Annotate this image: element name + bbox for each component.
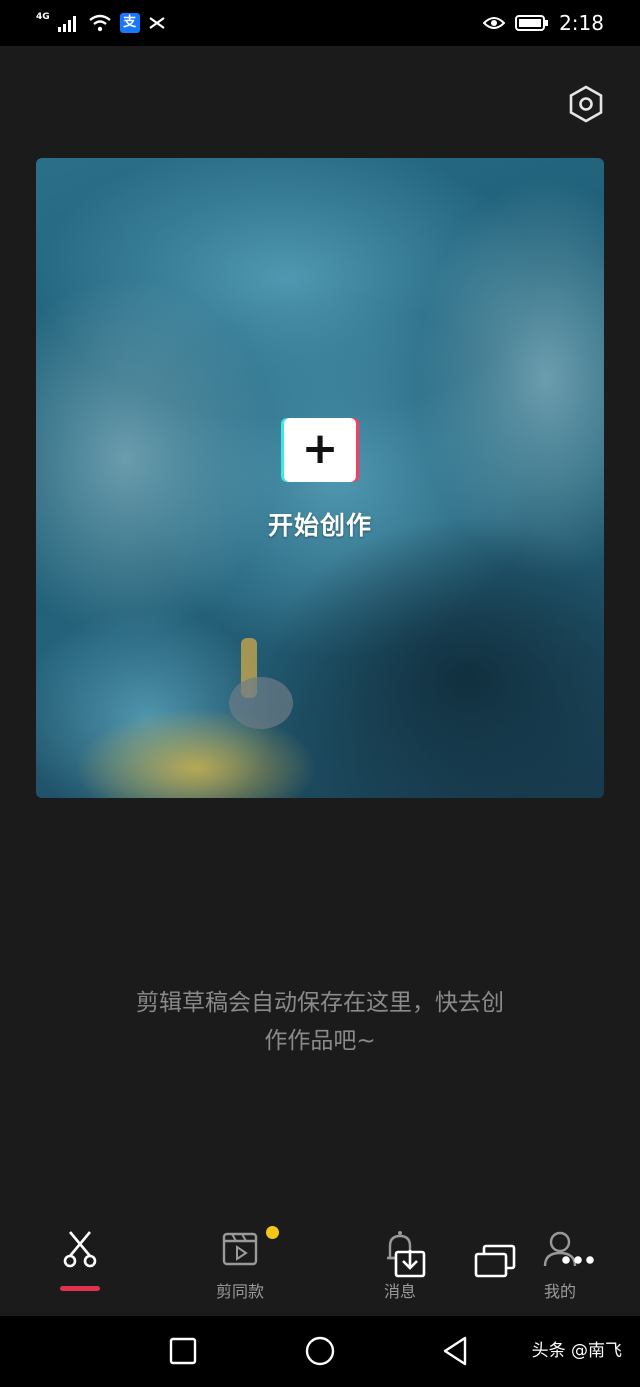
battery-icon	[515, 15, 549, 31]
capcut-icon	[149, 17, 165, 29]
download-icon	[394, 1250, 426, 1278]
hint-line-1: 剪辑草稿会自动保存在这里，快去创	[136, 990, 504, 1016]
home-button[interactable]	[303, 1334, 337, 1368]
settings-button[interactable]	[566, 84, 606, 124]
clock: 2:18	[559, 11, 604, 35]
multi-window-button[interactable]	[474, 1244, 516, 1278]
recent-apps-icon	[169, 1337, 197, 1365]
eye-icon	[483, 17, 506, 29]
new-badge-dot	[266, 1226, 279, 1239]
start-creation-card[interactable]: + 开始创作	[36, 158, 604, 798]
create-plus-button[interactable]: +	[284, 418, 356, 482]
tab-messages-label: 消息	[383, 1282, 416, 1301]
download-button[interactable]	[392, 1244, 428, 1280]
tab-template-label: 剪同款	[215, 1282, 264, 1301]
tab-edit[interactable]	[30, 1212, 130, 1312]
scissors-icon	[63, 1231, 97, 1268]
start-creation-label: 开始创作	[267, 511, 372, 540]
hint-line-2: 作作品吧~	[264, 1028, 376, 1054]
signal-icon	[57, 16, 76, 32]
status-right: 2:18	[483, 10, 604, 36]
status-bar: 4G 支 2:18	[0, 0, 640, 46]
back-button[interactable]	[438, 1334, 472, 1368]
network-label: 4G	[36, 11, 50, 22]
more-button[interactable]	[558, 1250, 598, 1270]
multi-window-icon	[474, 1244, 516, 1278]
plus-icon: +	[301, 423, 339, 474]
active-tab-indicator	[60, 1286, 100, 1291]
clapperboard-icon	[222, 1232, 258, 1266]
more-icon	[562, 1256, 594, 1264]
wifi-icon	[88, 14, 111, 32]
settings-hexagon-icon	[569, 85, 603, 123]
alipay-icon: 支	[119, 13, 140, 33]
status-left: 4G 支	[36, 10, 166, 36]
home-icon	[305, 1336, 335, 1366]
back-icon	[443, 1336, 467, 1366]
drafts-empty-hint: 剪辑草稿会自动保存在这里，快去创 作作品吧~	[100, 984, 540, 1060]
tab-profile-label: 我的	[543, 1282, 576, 1301]
recent-apps-button[interactable]	[166, 1334, 200, 1368]
watermark: 头条 @南飞	[531, 1341, 622, 1361]
